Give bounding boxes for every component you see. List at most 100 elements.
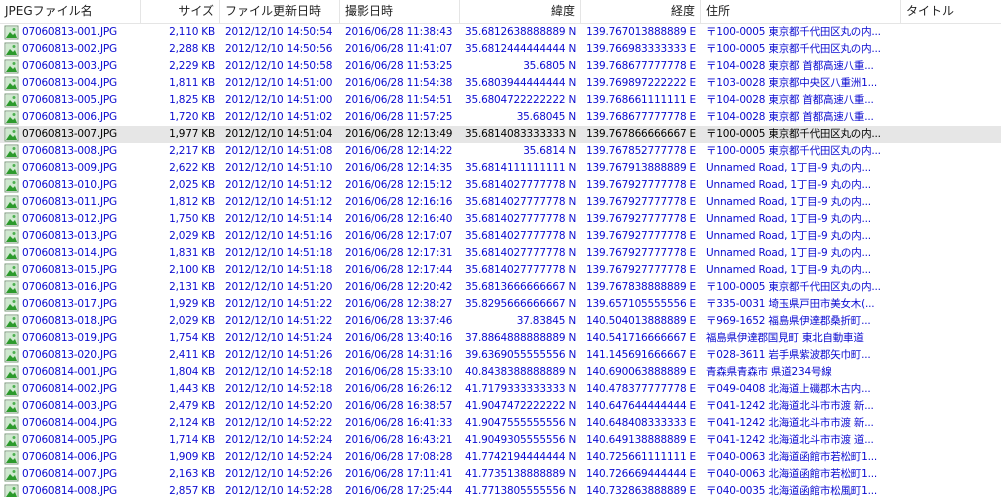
file-row[interactable]: 07060813-012.JPG 1,750 KB 2012/12/10 14:51… bbox=[0, 211, 1001, 228]
longitude-cell: 140.504013888889 E bbox=[586, 315, 696, 327]
file-row[interactable]: 07060813-013.JPG 2,029 KB 2012/12/10 14:51… bbox=[0, 228, 1001, 245]
column-header-modified[interactable]: ファイル更新日時 bbox=[220, 0, 340, 24]
file-row[interactable]: 07060814-004.JPG 2,124 KB 2012/12/10 14:52… bbox=[0, 415, 1001, 432]
latitude-cell: 37.8864888888889 N bbox=[465, 332, 577, 344]
file-row[interactable]: 07060813-016.JPG 2,131 KB 2012/12/10 14:51… bbox=[0, 279, 1001, 296]
longitude-cell: 139.767927777778 E bbox=[586, 213, 696, 225]
title-cell bbox=[901, 75, 1001, 92]
file-row[interactable]: 07060813-015.JPG 2,100 KB 2012/12/10 14:51… bbox=[0, 262, 1001, 279]
taken-cell: 2016/06/28 11:54:51 bbox=[345, 94, 453, 106]
file-row[interactable]: 07060813-018.JPG 2,029 KB 2012/12/10 14:51… bbox=[0, 313, 1001, 330]
filename-text: 07060814-001.JPG bbox=[22, 366, 117, 378]
column-header-address[interactable]: 住所 bbox=[701, 0, 901, 24]
modified-cell: 2012/12/10 14:52:26 bbox=[225, 468, 333, 480]
jpeg-file-icon bbox=[4, 212, 19, 227]
jpeg-file-icon bbox=[4, 280, 19, 295]
jpeg-file-icon bbox=[4, 178, 19, 193]
jpeg-file-icon bbox=[4, 127, 19, 142]
file-row[interactable]: 07060813-003.JPG 2,229 KB 2012/12/10 14:50… bbox=[0, 58, 1001, 75]
file-row[interactable]: 07060813-014.JPG 1,831 KB 2012/12/10 14:51… bbox=[0, 245, 1001, 262]
file-row[interactable]: 07060813-019.JPG 1,754 KB 2012/12/10 14:51… bbox=[0, 330, 1001, 347]
file-row[interactable]: 07060814-005.JPG 1,714 KB 2012/12/10 14:52… bbox=[0, 432, 1001, 449]
longitude-cell: 140.725661111111 E bbox=[586, 451, 696, 463]
title-cell bbox=[901, 194, 1001, 211]
address-cell: Unnamed Road, 1丁目-9 丸の内... bbox=[706, 264, 871, 276]
latitude-cell: 35.6814 N bbox=[523, 145, 576, 157]
jpeg-file-icon bbox=[4, 25, 19, 40]
address-cell: 〒028-3611 岩手県紫波郡矢巾町... bbox=[706, 349, 871, 361]
file-row[interactable]: 07060813-002.JPG 2,288 KB 2012/12/10 14:50… bbox=[0, 41, 1001, 58]
file-row[interactable]: 07060813-009.JPG 2,622 KB 2012/12/10 14:51… bbox=[0, 160, 1001, 177]
address-cell: 〒040-0035 北海道函館市松風町1... bbox=[706, 485, 877, 497]
file-row[interactable]: 07060813-010.JPG 2,025 KB 2012/12/10 14:51… bbox=[0, 177, 1001, 194]
file-row[interactable]: 07060814-008.JPG 2,857 KB 2012/12/10 14:52… bbox=[0, 483, 1001, 497]
taken-cell: 2016/06/28 12:14:22 bbox=[345, 145, 453, 157]
taken-cell: 2016/06/28 12:20:42 bbox=[345, 281, 453, 293]
file-row[interactable]: 07060813-008.JPG 2,217 KB 2012/12/10 14:51… bbox=[0, 143, 1001, 160]
address-cell: Unnamed Road, 1丁目-9 丸の内... bbox=[706, 213, 871, 225]
longitude-cell: 139.766983333333 E bbox=[586, 43, 696, 55]
size-cell: 1,825 KB bbox=[169, 94, 215, 106]
file-row[interactable]: 07060814-003.JPG 2,479 KB 2012/12/10 14:52… bbox=[0, 398, 1001, 415]
address-cell: 〒335-0031 埼玉県戸田市美女木(... bbox=[706, 298, 875, 310]
latitude-cell: 37.83845 N bbox=[516, 315, 576, 327]
filename-cell: 07060813-011.JPG bbox=[0, 194, 141, 211]
file-row[interactable]: 07060813-007.JPG 1,977 KB 2012/12/10 14:51… bbox=[0, 126, 1001, 143]
file-row[interactable]: 07060814-007.JPG 2,163 KB 2012/12/10 14:52… bbox=[0, 466, 1001, 483]
taken-cell: 2016/06/28 12:16:16 bbox=[345, 196, 453, 208]
file-row[interactable]: 07060813-017.JPG 1,929 KB 2012/12/10 14:51… bbox=[0, 296, 1001, 313]
modified-cell: 2012/12/10 14:51:02 bbox=[225, 111, 333, 123]
latitude-cell: 35.6814083333333 N bbox=[465, 128, 577, 140]
filename-cell: 07060813-016.JPG bbox=[0, 279, 141, 296]
column-header-taken[interactable]: 撮影日時 bbox=[340, 0, 460, 24]
file-row[interactable]: 07060813-001.JPG 2,110 KB 2012/12/10 14:50… bbox=[0, 24, 1001, 41]
size-cell: 1,750 KB bbox=[169, 213, 215, 225]
column-header-filename[interactable]: JPEGファイル名 bbox=[0, 0, 141, 24]
file-row[interactable]: 07060813-004.JPG 1,811 KB 2012/12/10 14:51… bbox=[0, 75, 1001, 92]
file-row[interactable]: 07060813-011.JPG 1,812 KB 2012/12/10 14:51… bbox=[0, 194, 1001, 211]
file-row[interactable]: 07060813-005.JPG 1,825 KB 2012/12/10 14:51… bbox=[0, 92, 1001, 109]
file-row[interactable]: 07060813-020.JPG 2,411 KB 2012/12/10 14:51… bbox=[0, 347, 1001, 364]
jpeg-file-icon bbox=[4, 331, 19, 346]
modified-cell: 2012/12/10 14:51:18 bbox=[225, 247, 333, 259]
taken-cell: 2016/06/28 12:17:44 bbox=[345, 264, 453, 276]
modified-cell: 2012/12/10 14:51:10 bbox=[225, 162, 333, 174]
address-cell: 〒104-0028 東京都 首都高速八重... bbox=[706, 111, 874, 123]
jpeg-file-icon bbox=[4, 76, 19, 91]
column-header: JPEGファイル名 サイズ ファイル更新日時 撮影日時 緯度 経度 住所 タイト… bbox=[0, 0, 1001, 24]
taken-cell: 2016/06/28 12:16:40 bbox=[345, 213, 453, 225]
size-cell: 1,831 KB bbox=[169, 247, 215, 259]
size-cell: 2,029 KB bbox=[169, 315, 215, 327]
filename-cell: 07060813-008.JPG bbox=[0, 143, 141, 160]
filename-text: 07060813-008.JPG bbox=[22, 145, 117, 157]
photo-list-view[interactable]: JPEGファイル名 サイズ ファイル更新日時 撮影日時 緯度 経度 住所 タイト… bbox=[0, 0, 1001, 497]
title-cell bbox=[901, 398, 1001, 415]
file-row[interactable]: 07060814-006.JPG 1,909 KB 2012/12/10 14:52… bbox=[0, 449, 1001, 466]
filename-cell: 07060814-002.JPG bbox=[0, 381, 141, 398]
column-header-size[interactable]: サイズ bbox=[141, 0, 220, 24]
filename-text: 07060814-007.JPG bbox=[22, 468, 117, 480]
filename-text: 07060813-004.JPG bbox=[22, 77, 117, 89]
filename-text: 07060813-013.JPG bbox=[22, 230, 117, 242]
taken-cell: 2016/06/28 12:17:07 bbox=[345, 230, 453, 242]
modified-cell: 2012/12/10 14:52:22 bbox=[225, 417, 333, 429]
file-row[interactable]: 07060813-006.JPG 1,720 KB 2012/12/10 14:51… bbox=[0, 109, 1001, 126]
column-header-longitude[interactable]: 経度 bbox=[581, 0, 701, 24]
column-header-latitude[interactable]: 緯度 bbox=[460, 0, 581, 24]
size-cell: 2,131 KB bbox=[169, 281, 215, 293]
address-cell: 〒040-0063 北海道函館市若松町1... bbox=[706, 451, 877, 463]
address-cell: 〒103-0028 東京都中央区八重洲1... bbox=[706, 77, 877, 89]
address-cell: Unnamed Road, 1丁目-9 丸の内... bbox=[706, 230, 871, 242]
longitude-cell: 140.647644444444 E bbox=[586, 400, 696, 412]
filename-cell: 07060813-005.JPG bbox=[0, 92, 141, 109]
taken-cell: 2016/06/28 12:17:31 bbox=[345, 247, 453, 259]
modified-cell: 2012/12/10 14:51:12 bbox=[225, 196, 333, 208]
taken-cell: 2016/06/28 11:57:25 bbox=[345, 111, 453, 123]
address-cell: 〒104-0028 東京都 首都高速八重... bbox=[706, 94, 874, 106]
column-header-title[interactable]: タイトル bbox=[901, 0, 1001, 24]
size-cell: 1,804 KB bbox=[169, 366, 215, 378]
filename-cell: 07060814-001.JPG bbox=[0, 364, 141, 381]
title-cell bbox=[901, 58, 1001, 75]
file-row[interactable]: 07060814-002.JPG 1,443 KB 2012/12/10 14:52… bbox=[0, 381, 1001, 398]
file-row[interactable]: 07060814-001.JPG 1,804 KB 2012/12/10 14:52… bbox=[0, 364, 1001, 381]
